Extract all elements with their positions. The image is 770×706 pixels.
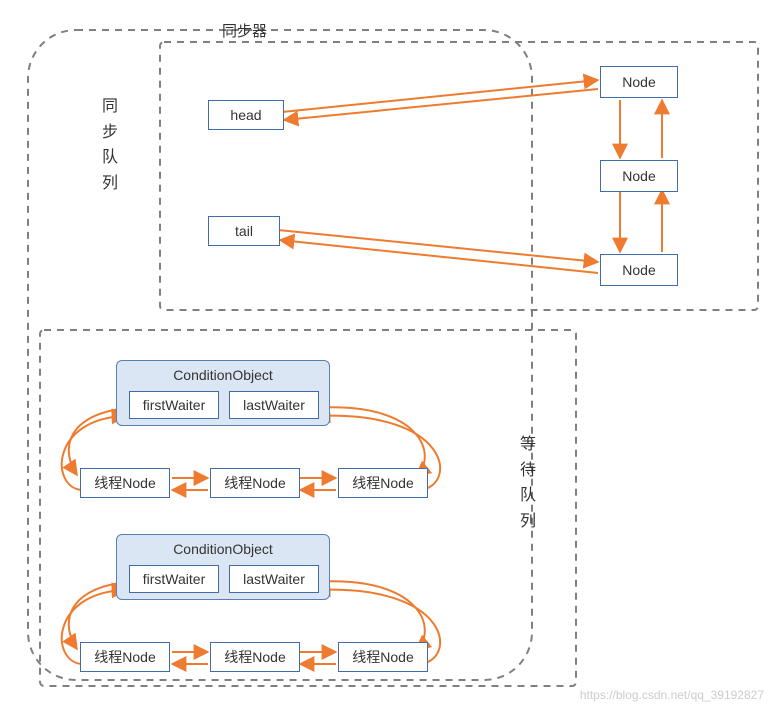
last-waiter-2: lastWaiter	[229, 565, 319, 593]
thread-node-1-1: 线程Node	[80, 468, 170, 498]
thread-node-1-3: 线程Node	[338, 468, 428, 498]
node-2: Node	[600, 160, 678, 192]
condition-object-1: ConditionObject firstWaiter lastWaiter	[116, 360, 330, 426]
watermark: https://blog.csdn.net/qq_39192827	[580, 688, 764, 702]
tail-box: tail	[208, 216, 280, 246]
title-synchronizer: 同步器	[222, 20, 267, 41]
label-sync-queue: 同步队列	[102, 94, 118, 196]
thread-node-1-2: 线程Node	[210, 468, 300, 498]
label-wait-queue: 等待队列	[520, 432, 536, 534]
condition-title: ConditionObject	[117, 367, 329, 383]
last-waiter-1: lastWaiter	[229, 391, 319, 419]
head-box: head	[208, 100, 284, 130]
node-1: Node	[600, 66, 678, 98]
thread-node-2-3: 线程Node	[338, 642, 428, 672]
thread-node-2-2: 线程Node	[210, 642, 300, 672]
node-3: Node	[600, 254, 678, 286]
first-waiter-1: firstWaiter	[129, 391, 219, 419]
condition-title: ConditionObject	[117, 541, 329, 557]
thread-node-2-1: 线程Node	[80, 642, 170, 672]
condition-object-2: ConditionObject firstWaiter lastWaiter	[116, 534, 330, 600]
first-waiter-2: firstWaiter	[129, 565, 219, 593]
